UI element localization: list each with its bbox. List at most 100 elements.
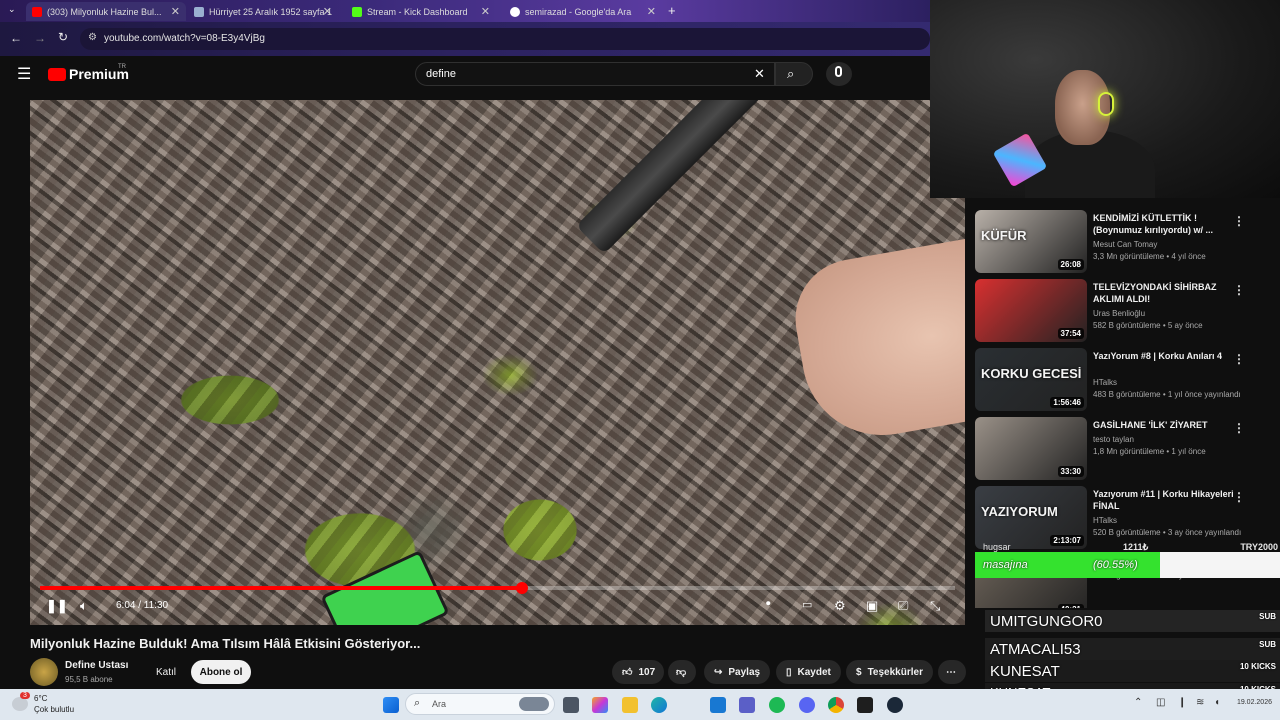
search-box[interactable]: define ✕ (415, 62, 775, 86)
tab-kick[interactable]: Stream - Kick Dashboard ✕ (346, 2, 496, 21)
related-video-title[interactable]: KENDİMİZİ KÜTLETTİK ! (Boynumuz kırılıyo… (1093, 212, 1238, 236)
menu-icon[interactable]: ☰ (17, 64, 31, 84)
steam-icon[interactable] (887, 697, 903, 713)
dislike-button[interactable]: 👎︎ (668, 660, 696, 684)
search-input[interactable]: define (426, 68, 456, 80)
youtube-icon (32, 6, 42, 17)
video-thumbnail[interactable]: 37:54 (975, 279, 1087, 342)
forward-icon[interactable]: → (34, 31, 46, 45)
pause-button[interactable]: ❚❚ (46, 598, 68, 614)
file-explorer-icon[interactable] (622, 697, 638, 713)
settings-gear-icon[interactable]: ⚙ (834, 598, 846, 614)
microphone-tray-icon[interactable]: ❙ (1178, 697, 1186, 708)
voice-search-button[interactable] (826, 62, 852, 86)
event-name: ATMACALI53 (990, 640, 1081, 658)
tab-label: semirazad - Google'da Ara (525, 6, 632, 17)
cast-icon[interactable]: ⎚ (898, 598, 908, 614)
video-player[interactable]: ❚❚ 🔈︎ 6:04 / 11:30 ⏺ ▭ ⚙ ▣ ⎚ ⤡ (30, 100, 965, 625)
start-icon[interactable] (383, 697, 399, 713)
wifi-icon[interactable]: ≋ (1196, 697, 1204, 708)
video-thumbnail[interactable]: KÜFÜR 26:08 (975, 210, 1087, 273)
more-options-icon[interactable]: ⋮ (1233, 490, 1245, 504)
tab-google[interactable]: semirazad - Google'da Ara ✕ (504, 2, 662, 21)
more-options-icon[interactable]: ⋮ (1233, 352, 1245, 366)
related-video-title[interactable]: TELEVİZYONDAKİ SİHİRBAZ AKLIMI ALDI! (1093, 281, 1238, 305)
related-video-item[interactable]: 33:30 GASİLHANE 'İLK' ZİYARET testo taylan… (975, 417, 1275, 481)
search-button[interactable]: ⌕ (775, 62, 813, 86)
back-icon[interactable]: ← (10, 31, 22, 45)
tab-hurriyet[interactable]: Hürriyet 25 Aralık 1952 sayfa 1 ✕ (188, 2, 338, 21)
share-icon: ↪ (714, 666, 723, 678)
volume-icon[interactable]: 🔈︎ (80, 598, 88, 614)
chrome-icon[interactable] (828, 697, 844, 713)
new-tab-button[interactable]: + (668, 3, 676, 18)
close-tab-icon[interactable]: ✕ (481, 5, 490, 18)
clear-search-icon[interactable]: ✕ (754, 66, 765, 82)
event-row: ATMACALI53 SUB (985, 638, 1280, 660)
subscribe-button[interactable]: Abone ol (191, 660, 251, 684)
thanks-button[interactable]: $ Teşekkürler (846, 660, 933, 684)
close-tab-icon[interactable]: ✕ (171, 5, 180, 18)
kick-icon (352, 6, 362, 17)
progress-bar[interactable] (40, 582, 955, 594)
close-tab-icon[interactable]: ✕ (323, 5, 332, 18)
url-field[interactable]: ⚙ youtube.com/watch?v=08-E3y4VjBg (80, 28, 930, 50)
outlook-icon[interactable] (710, 697, 726, 713)
related-video-channel[interactable]: HTalks (1093, 378, 1117, 387)
related-video-item[interactable]: KÜFÜR 26:08 KENDİMİZİ KÜTLETTİK ! (Boynumu… (975, 210, 1275, 274)
discord-icon[interactable] (799, 697, 815, 713)
like-button[interactable]: 👍︎ 107 (612, 660, 664, 684)
teams-icon[interactable] (739, 697, 755, 713)
related-video-item[interactable]: 37:54 TELEVİZYONDAKİ SİHİRBAZ AKLIMI ALDI… (975, 279, 1275, 343)
kick-app-icon[interactable] (857, 697, 873, 713)
save-button[interactable]: ▯ Kaydet (776, 660, 841, 684)
thumbs-up-icon: 👍︎ (622, 667, 633, 678)
weather-icon[interactable] (12, 697, 28, 711)
video-thumbnail[interactable]: 33:30 (975, 417, 1087, 480)
volume-tray-icon[interactable]: ◖ (1214, 697, 1220, 708)
related-video-channel[interactable]: HTalks (1093, 516, 1117, 525)
autoplay-toggle[interactable]: ⏺ (766, 598, 771, 609)
related-video-item[interactable]: KORKU GECESİ 1:56:46 YazıYorum #8 | Korku … (975, 348, 1275, 412)
captions-icon[interactable]: ▭ (802, 598, 812, 611)
video-thumbnail[interactable]: KORKU GECESİ 1:56:46 (975, 348, 1087, 411)
related-video-channel[interactable]: Mesut Can Tomay (1093, 240, 1157, 249)
miniplayer-icon[interactable]: ▣ (866, 598, 878, 614)
task-view-icon[interactable] (563, 697, 579, 713)
channel-name[interactable]: Define Ustası (65, 660, 128, 671)
related-video-channel[interactable]: Uras Benlioğlu (1093, 309, 1145, 318)
event-row: KUNESAT 10 KICKS (985, 660, 1280, 682)
more-options-icon[interactable]: ⋮ (1233, 214, 1245, 228)
tab-list-chevron-icon[interactable]: ⌄ (8, 4, 16, 15)
more-options-icon[interactable]: ⋮ (1233, 283, 1245, 297)
channel-avatar[interactable] (30, 658, 58, 686)
tray-chevron-icon[interactable]: ⌃ (1134, 697, 1142, 708)
edge-icon[interactable] (651, 697, 667, 713)
join-button[interactable]: Katıl (148, 660, 184, 684)
copilot-icon[interactable] (592, 697, 608, 713)
related-video-title[interactable]: GASİLHANE 'İLK' ZİYARET (1093, 419, 1238, 431)
event-name: KUNESAT (990, 662, 1060, 680)
tab-youtube[interactable]: (303) Milyonluk Hazine Bul... ✕ (26, 2, 186, 21)
spotify-icon[interactable] (769, 697, 785, 713)
google-icon (510, 6, 520, 17)
weather-widget[interactable]: 6°C Çok bulutlu (34, 693, 74, 715)
search-highlight-icon (519, 697, 549, 711)
related-video-title[interactable]: Yazıyorum #11 | Korku Hikayeleri FİNAL (1093, 488, 1238, 512)
site-info-icon[interactable]: ⚙ (88, 32, 97, 43)
stream-overlay: hugsar 1211₺ TRY2000 masajına (60.55%) U… (975, 540, 1280, 710)
close-tab-icon[interactable]: ✕ (647, 5, 656, 18)
related-video-channel[interactable]: testo taylan (1093, 435, 1134, 444)
share-button[interactable]: ↪ Paylaş (704, 660, 771, 684)
taskbar-search[interactable]: ⌕ Ara (405, 693, 555, 715)
taskbar-date[interactable]: 19.02.2026 (1237, 699, 1272, 706)
more-actions-button[interactable]: ⋯ (938, 660, 966, 684)
related-video-title[interactable]: YazıYorum #8 | Korku Anıları 4 (1093, 350, 1238, 362)
related-video-meta: 520 B görüntüleme • 3 ay önce yayınlandı (1093, 528, 1242, 537)
weather-temp: 6°C (34, 694, 48, 703)
fullscreen-icon[interactable]: ⤡ (930, 598, 940, 614)
network-icon[interactable]: ◫ (1156, 697, 1165, 708)
youtube-logo-icon[interactable] (48, 68, 66, 81)
reload-icon[interactable]: ↻ (58, 30, 68, 44)
more-options-icon[interactable]: ⋮ (1233, 421, 1245, 435)
